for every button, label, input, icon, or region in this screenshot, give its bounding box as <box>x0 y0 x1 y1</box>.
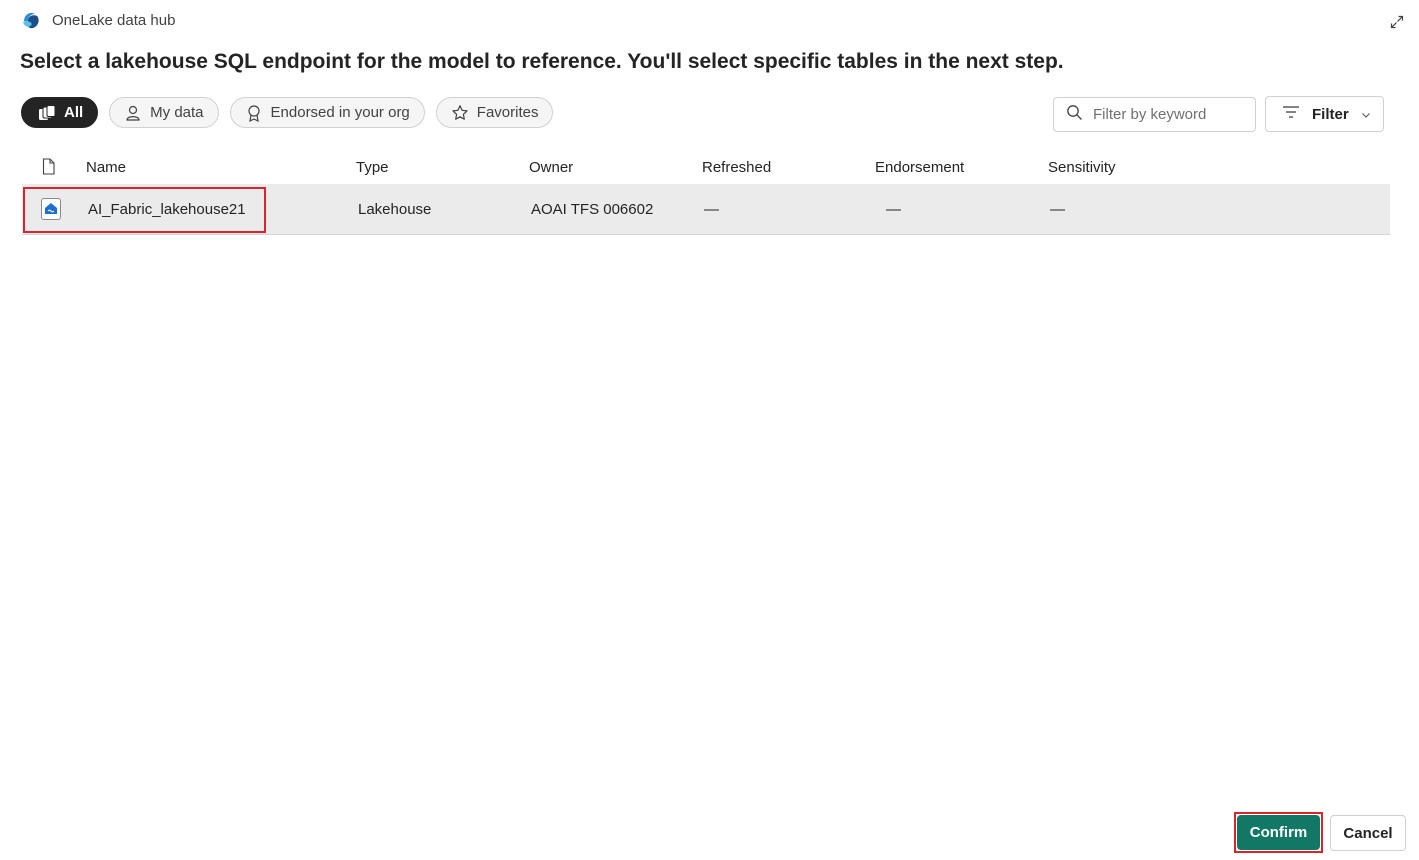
row-sensitivity: — <box>1050 201 1065 218</box>
pill-all-label: All <box>64 104 84 121</box>
onelake-logo-icon <box>20 9 42 31</box>
search-icon <box>1066 104 1083 126</box>
file-icon <box>42 158 55 180</box>
column-header-name[interactable]: Name <box>86 159 126 176</box>
column-header-endorsement[interactable]: Endorsement <box>875 159 964 176</box>
filter-label: Filter <box>1312 105 1349 123</box>
pill-my-data-label: My data <box>150 104 204 121</box>
filter-pills: All My data Endorsed in your org Favorit… <box>21 97 554 128</box>
column-header-owner[interactable]: Owner <box>529 159 573 176</box>
pill-endorsed[interactable]: Endorsed in your org <box>229 97 425 128</box>
row-endorsement: — <box>886 201 901 218</box>
keyword-search[interactable] <box>1053 97 1256 132</box>
page-title: Select a lakehouse SQL endpoint for the … <box>20 50 1064 73</box>
pill-all[interactable]: All <box>21 97 99 128</box>
row-type: Lakehouse <box>358 201 432 218</box>
row-owner: AOAI TFS 006602 <box>531 201 654 218</box>
star-icon <box>451 104 469 122</box>
search-input[interactable] <box>1091 105 1255 124</box>
person-icon <box>124 104 142 122</box>
cancel-button[interactable]: Cancel <box>1330 815 1406 851</box>
app-title: OneLake data hub <box>52 11 176 29</box>
column-header-type[interactable]: Type <box>356 159 389 176</box>
dialog-header: OneLake data hub <box>20 9 175 31</box>
pill-favorites[interactable]: Favorites <box>435 97 554 128</box>
column-header-sensitivity[interactable]: Sensitivity <box>1048 159 1116 176</box>
table-row[interactable]: AI_Fabric_lakehouse21 Lakehouse AOAI TFS… <box>22 184 1390 235</box>
pill-favorites-label: Favorites <box>476 104 539 121</box>
row-name[interactable]: AI_Fabric_lakehouse21 <box>88 201 246 218</box>
pill-my-data[interactable]: My data <box>109 97 219 128</box>
confirm-button[interactable]: Confirm <box>1237 815 1320 850</box>
expand-icon[interactable] <box>1389 14 1405 30</box>
row-refreshed: — <box>704 201 719 218</box>
ribbon-icon <box>245 104 263 122</box>
column-header-refreshed[interactable]: Refreshed <box>702 159 771 176</box>
filter-lines-icon <box>1282 105 1300 123</box>
chevron-down-icon <box>1361 106 1371 123</box>
all-items-icon <box>38 104 56 121</box>
filter-button[interactable]: Filter <box>1265 96 1384 132</box>
table-header: Name Type Owner Refreshed Endorsement Se… <box>22 150 1390 184</box>
lakehouse-icon <box>41 198 61 220</box>
pill-endorsed-label: Endorsed in your org <box>270 104 410 121</box>
